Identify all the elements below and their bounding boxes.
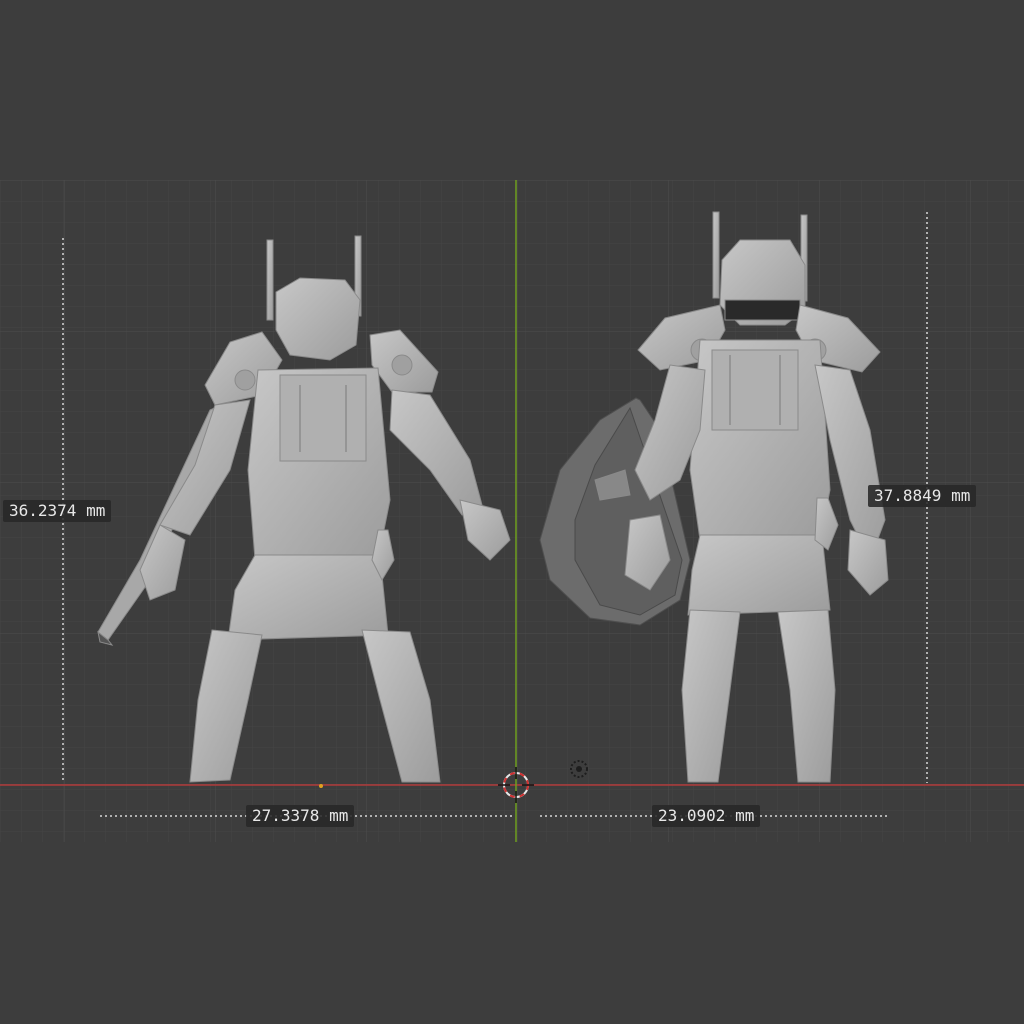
right-height-label: 37.8849 mm <box>868 485 977 507</box>
viewport-canvas[interactable] <box>0 0 1024 1024</box>
left-width-label: 27.3378 mm <box>246 805 355 827</box>
left-height-label: 36.2374 mm <box>3 500 112 522</box>
origin-dot <box>319 784 323 788</box>
3d-viewport[interactable]: 36.2374 mm 37.8849 mm 27.3378 mm 23.0902… <box>0 0 1024 1024</box>
right-width-label: 23.0902 mm <box>652 805 761 827</box>
